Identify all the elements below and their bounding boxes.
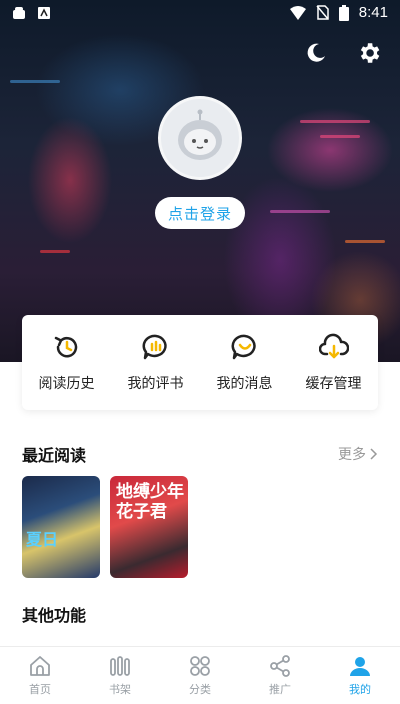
- recent-book-cover-2[interactable]: 地缚少年花子君: [110, 476, 188, 578]
- recent-reading-title: 最近阅读: [22, 446, 87, 465]
- my-messages-label: 我的消息: [216, 375, 273, 392]
- other-features-title: 其他功能: [22, 606, 87, 625]
- nav-home-label: 首页: [29, 683, 51, 696]
- cover-1-title: 夏日: [26, 530, 59, 549]
- settings-gear-icon[interactable]: [356, 40, 382, 66]
- download-cloud-icon: [318, 333, 349, 358]
- category-icon: [190, 656, 210, 676]
- avatar[interactable]: [158, 96, 242, 180]
- login-button[interactable]: 点击登录: [155, 197, 245, 229]
- status-time: 8:41: [358, 4, 388, 21]
- bookshelf-icon: [110, 656, 130, 676]
- reading-history-button[interactable]: 阅读历史: [23, 333, 111, 393]
- my-reviews-label: 我的评书: [127, 375, 184, 392]
- more-label: 更多: [338, 447, 366, 463]
- nav-mine[interactable]: 我的: [320, 647, 400, 704]
- notification-icon: [38, 7, 50, 19]
- nav-promote-label: 推广: [269, 683, 291, 696]
- user-icon: [350, 657, 370, 676]
- no-sim-icon: [316, 5, 329, 20]
- status-bar: 8:41: [0, 0, 400, 28]
- bottom-navigation: 首页 书架 分类 推广 我的: [0, 646, 400, 704]
- nav-bookshelf-label: 书架: [109, 683, 131, 696]
- my-reviews-button[interactable]: 我的评书: [112, 333, 200, 393]
- wifi-icon: [289, 5, 306, 20]
- cache-management-label: 缓存管理: [305, 375, 362, 392]
- more-link[interactable]: 更多: [338, 444, 378, 464]
- nav-category[interactable]: 分类: [160, 647, 240, 704]
- my-messages-button[interactable]: 我的消息: [201, 333, 289, 393]
- nav-promote[interactable]: 推广: [240, 647, 320, 704]
- cover-2-title: 地缚少年花子君: [116, 482, 184, 522]
- night-mode-icon[interactable]: [304, 41, 328, 65]
- reading-history-label: 阅读历史: [38, 375, 95, 392]
- recent-book-cover-1[interactable]: 夏日: [22, 476, 100, 578]
- android-icon: [13, 7, 25, 19]
- chevron-right-icon: [370, 448, 378, 460]
- nav-home[interactable]: 首页: [0, 647, 80, 704]
- default-avatar-icon: [178, 109, 222, 160]
- share-icon: [270, 655, 290, 677]
- quick-actions-card: 阅读历史 我的评书 我的消息 缓存管理: [22, 315, 378, 410]
- nav-bookshelf[interactable]: 书架: [80, 647, 160, 704]
- message-icon: [231, 334, 256, 359]
- comment-icon: [142, 334, 167, 359]
- home-icon: [30, 656, 50, 676]
- battery-icon: [338, 4, 349, 21]
- nav-mine-label: 我的: [349, 683, 371, 696]
- history-icon: [54, 336, 77, 357]
- nav-category-label: 分类: [189, 683, 211, 696]
- cache-management-button[interactable]: 缓存管理: [290, 333, 378, 393]
